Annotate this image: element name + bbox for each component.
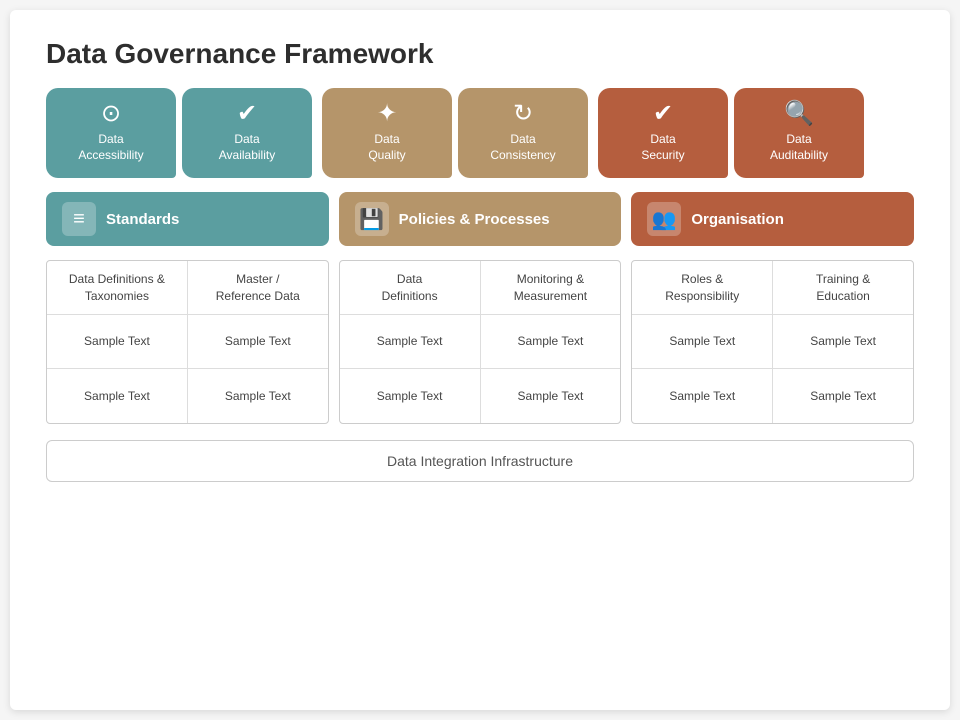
icon-row: ⊙ Data Accessibility ✔ Data Availability… <box>46 88 914 178</box>
grid-cell-sample: Sample Text <box>47 315 188 369</box>
security-icon: ✔ <box>653 102 673 126</box>
policies-icon: 💾 <box>355 202 389 236</box>
icon-group-rust: ✔ Data Security 🔍 Data Auditability <box>598 88 864 178</box>
icon-block-data-consistency: ↻ Data Consistency <box>458 88 588 178</box>
grid-cell-sample: Sample Text <box>481 369 621 423</box>
grid-cell-sample: Sample Text <box>188 315 328 369</box>
grid-cell: Data Definitions & Taxonomies <box>47 261 188 315</box>
grid-organisation: Roles & Responsibility Training & Educat… <box>631 260 914 424</box>
auditability-icon: 🔍 <box>784 102 814 126</box>
grid-row: Roles & Responsibility Training & Educat… <box>632 261 913 315</box>
grid-row: Data Definitions & Taxonomies Master / R… <box>47 261 328 315</box>
slide: Data Governance Framework ⊙ Data Accessi… <box>10 10 950 710</box>
grid-cell-sample: Sample Text <box>481 315 621 369</box>
grid-cell-sample: Sample Text <box>632 315 773 369</box>
icon-block-data-accessibility: ⊙ Data Accessibility <box>46 88 176 178</box>
grid-row: Sample Text Sample Text <box>340 369 621 423</box>
section-header-standards: ≡ Standards <box>46 192 329 246</box>
organisation-icon: 👥 <box>647 202 681 236</box>
consistency-icon: ↻ <box>513 102 533 126</box>
grid-row: Sample Text Sample Text <box>340 315 621 369</box>
grid-cell-sample: Sample Text <box>47 369 188 423</box>
standards-icon: ≡ <box>62 202 96 236</box>
icon-group-tan: ✦ Data Quality ↻ Data Consistency <box>322 88 588 178</box>
grid-cell-sample: Sample Text <box>773 315 913 369</box>
grid-cell: Data Definitions <box>340 261 481 315</box>
grid-cell-sample: Sample Text <box>773 369 913 423</box>
grid-row: Sample Text Sample Text <box>632 369 913 423</box>
grid-cell: Roles & Responsibility <box>632 261 773 315</box>
grid-cell: Monitoring & Measurement <box>481 261 621 315</box>
section-header-policies: 💾 Policies & Processes <box>339 192 622 246</box>
footer-bar: Data Integration Infrastructure <box>46 440 914 482</box>
quality-icon: ✦ <box>377 102 397 126</box>
availability-icon: ✔ <box>237 102 257 126</box>
icon-group-teal: ⊙ Data Accessibility ✔ Data Availability <box>46 88 312 178</box>
section-headers-row: ≡ Standards 💾 Policies & Processes 👥 Org… <box>46 192 914 246</box>
grid-standards: Data Definitions & Taxonomies Master / R… <box>46 260 329 424</box>
grid-row: Data Definitions Monitoring & Measuremen… <box>340 261 621 315</box>
grid-policies: Data Definitions Monitoring & Measuremen… <box>339 260 622 424</box>
grid-cell-sample: Sample Text <box>632 369 773 423</box>
grid-row: Sample Text Sample Text <box>47 369 328 423</box>
icon-block-data-security: ✔ Data Security <box>598 88 728 178</box>
icon-block-data-quality: ✦ Data Quality <box>322 88 452 178</box>
page-title: Data Governance Framework <box>46 38 914 70</box>
icon-block-data-auditability: 🔍 Data Auditability <box>734 88 864 178</box>
grid-cell-sample: Sample Text <box>188 369 328 423</box>
grid-cell: Master / Reference Data <box>188 261 328 315</box>
section-header-organisation: 👥 Organisation <box>631 192 914 246</box>
grids-row: Data Definitions & Taxonomies Master / R… <box>46 260 914 424</box>
grid-cell-sample: Sample Text <box>340 369 481 423</box>
grid-cell-sample: Sample Text <box>340 315 481 369</box>
grid-row: Sample Text Sample Text <box>47 315 328 369</box>
icon-block-data-availability: ✔ Data Availability <box>182 88 312 178</box>
grid-row: Sample Text Sample Text <box>632 315 913 369</box>
accessibility-icon: ⊙ <box>101 102 121 126</box>
grid-cell: Training & Education <box>773 261 913 315</box>
